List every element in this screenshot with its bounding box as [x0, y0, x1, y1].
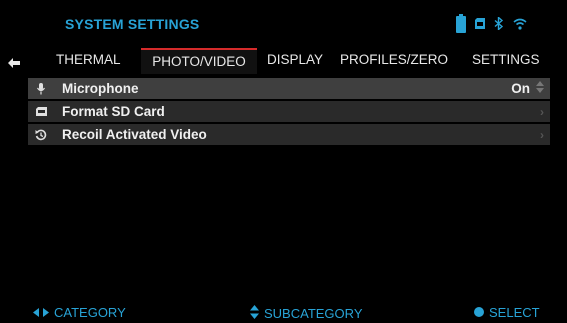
- chevron-right-icon: ›: [540, 104, 544, 119]
- tab-settings[interactable]: SETTINGS: [472, 52, 540, 67]
- bluetooth-icon: [494, 17, 504, 30]
- tab-bar: THERMAL PHOTO/VIDEO DISPLAY PROFILES/ZER…: [0, 48, 567, 76]
- microphone-value: On: [511, 81, 530, 96]
- footer-subcategory-label: SUBCATEGORY: [264, 306, 363, 321]
- tab-profiles-zero[interactable]: PROFILES/ZERO: [340, 52, 448, 67]
- microphone-icon: [28, 82, 54, 95]
- battery-icon: [456, 14, 466, 33]
- up-down-arrows-icon: [250, 305, 259, 322]
- page-title: SYSTEM SETTINGS: [65, 16, 200, 32]
- dot-icon: [474, 305, 484, 320]
- tab-photo-video[interactable]: PHOTO/VIDEO: [141, 48, 257, 74]
- settings-list: Microphone On Format SD Card › Recoil Ac…: [28, 78, 550, 147]
- menu-item-label: Recoil Activated Video: [62, 127, 207, 142]
- tab-display[interactable]: DISPLAY: [267, 52, 323, 67]
- footer-subcategory: SUBCATEGORY: [250, 305, 362, 322]
- footer-select-label: SELECT: [489, 305, 540, 320]
- menu-item-format-sd-card[interactable]: Format SD Card ›: [28, 101, 550, 122]
- wifi-icon: [513, 18, 527, 30]
- menu-item-label: Microphone: [62, 81, 139, 96]
- menu-item-recoil-activated-video[interactable]: Recoil Activated Video ›: [28, 124, 550, 145]
- status-bar: [456, 14, 527, 33]
- left-right-arrows-icon: [33, 305, 49, 320]
- sd-card-icon: [28, 107, 54, 116]
- footer-hints: CATEGORY SUBCATEGORY SELECT: [0, 302, 567, 322]
- footer-category-label: CATEGORY: [54, 305, 126, 320]
- up-down-arrows-icon[interactable]: [536, 81, 544, 96]
- chevron-right-icon: ›: [540, 127, 544, 142]
- menu-item-label: Format SD Card: [62, 104, 165, 119]
- footer-category: CATEGORY: [33, 305, 126, 320]
- menu-item-microphone[interactable]: Microphone On: [28, 78, 550, 99]
- recoil-icon: [28, 129, 54, 141]
- microphone-value-control[interactable]: On: [511, 78, 544, 99]
- footer-select: SELECT: [474, 305, 540, 320]
- sd-card-icon: [475, 18, 485, 29]
- tab-thermal[interactable]: THERMAL: [56, 52, 121, 67]
- screen: SYSTEM SETTINGS THERMAL PHOTO/VIDEO DISP…: [0, 0, 567, 323]
